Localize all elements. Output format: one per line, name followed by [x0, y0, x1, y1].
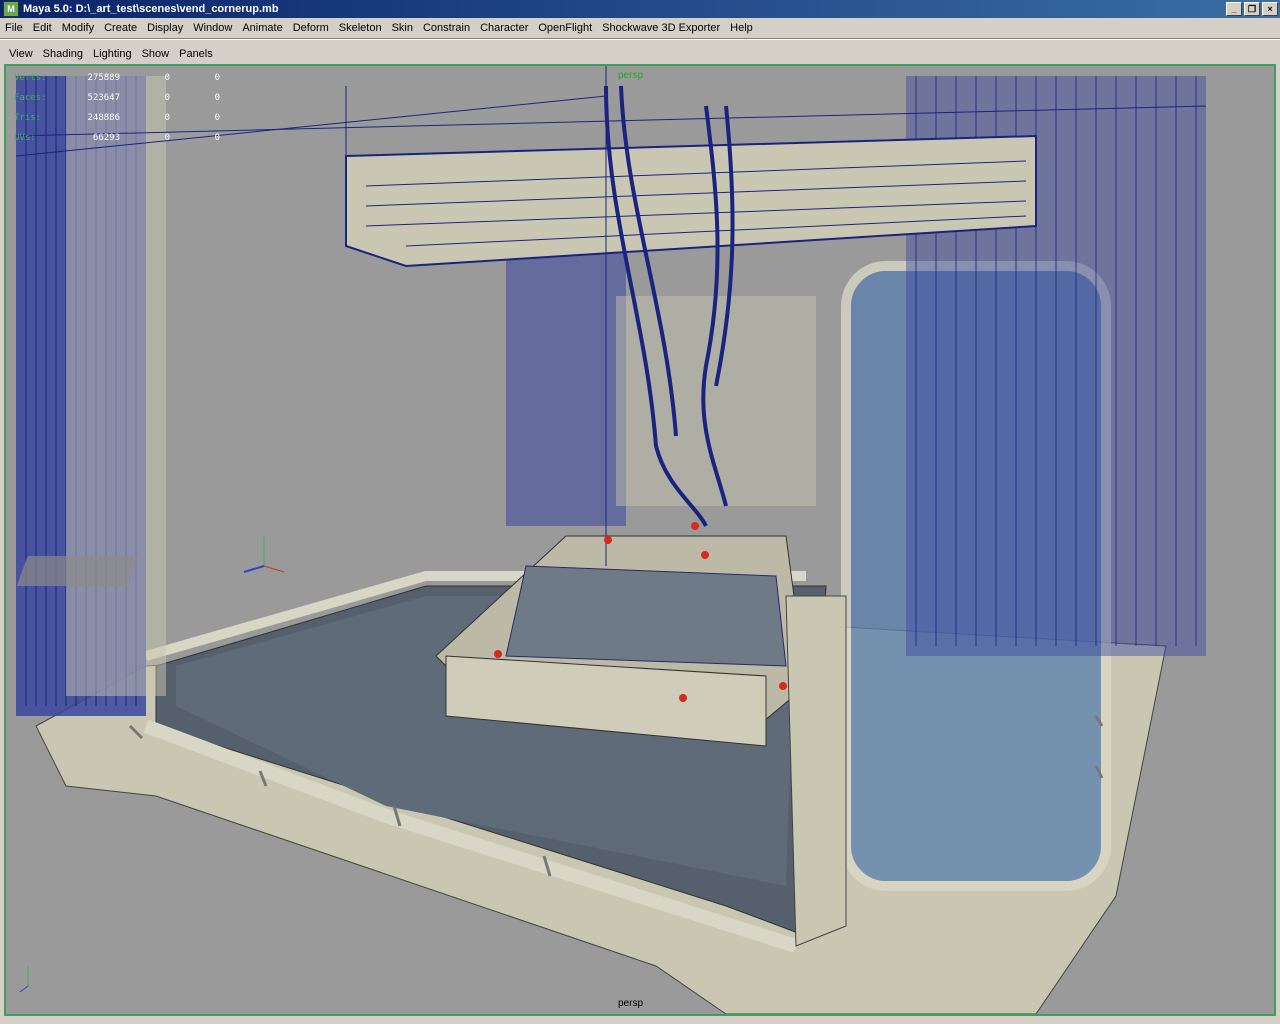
panel-menu-shading[interactable]: Shading: [38, 48, 88, 60]
hud-value: 275889: [87, 73, 120, 83]
perspective-viewport[interactable]: Verts: 275889 0 0 Faces: 523647 0 0 Tris…: [4, 64, 1276, 1016]
hud-row: Tris: 248886 0 0: [14, 108, 220, 128]
panel-menu-show[interactable]: Show: [137, 48, 175, 60]
hud-value: 0: [164, 93, 170, 103]
panel-menu-lighting[interactable]: Lighting: [88, 48, 137, 60]
hud-label: Tris:: [14, 113, 42, 123]
menu-file[interactable]: File: [0, 22, 28, 34]
restore-icon[interactable]: ❐: [1244, 2, 1260, 16]
hud-value: 523647: [87, 93, 120, 103]
title-bar: M Maya 5.0: D:\_art_test\scenes\vend_cor…: [0, 0, 1280, 18]
hud-label: UVs:: [14, 133, 36, 143]
hud-value: 0: [214, 133, 220, 143]
menu-shockwave-exporter[interactable]: Shockwave 3D Exporter: [597, 22, 725, 34]
menu-openflight[interactable]: OpenFlight: [533, 22, 597, 34]
menu-modify[interactable]: Modify: [57, 22, 99, 34]
hud-value: 248886: [87, 113, 120, 123]
menu-separator: [0, 38, 1280, 40]
menu-animate[interactable]: Animate: [237, 22, 287, 34]
hud-value: 66293: [92, 133, 120, 143]
menu-edit[interactable]: Edit: [28, 22, 57, 34]
hud-row: Faces: 523647 0 0: [14, 88, 220, 108]
hud-row: Verts: 275889 0 0: [14, 68, 220, 88]
hud-label: Verts:: [14, 73, 47, 83]
maya-app-icon: M: [3, 1, 19, 17]
close-icon[interactable]: ×: [1262, 2, 1278, 16]
menu-skin[interactable]: Skin: [387, 22, 418, 34]
hud-label: Faces:: [14, 93, 47, 103]
panel-menu-bar: View Shading Lighting Show Panels: [4, 44, 1276, 64]
minimize-icon[interactable]: _: [1226, 2, 1242, 16]
hud-value: 0: [214, 93, 220, 103]
scene-render: [15, 66, 1207, 1014]
poly-count-hud: Verts: 275889 0 0 Faces: 523647 0 0 Tris…: [14, 68, 220, 148]
menu-skeleton[interactable]: Skeleton: [334, 22, 387, 34]
main-menu-bar: File Edit Modify Create Display Window A…: [0, 18, 1280, 38]
window-title: Maya 5.0: D:\_art_test\scenes\vend_corne…: [23, 3, 279, 15]
panel-menu-view[interactable]: View: [4, 48, 38, 60]
menu-display[interactable]: Display: [142, 22, 188, 34]
hud-value: 0: [164, 113, 170, 123]
hud-value: 0: [214, 113, 220, 123]
menu-deform[interactable]: Deform: [288, 22, 334, 34]
menu-help[interactable]: Help: [725, 22, 758, 34]
hud-value: 0: [164, 133, 170, 143]
hud-value: 0: [214, 73, 220, 83]
hud-row: UVs: 66293 0 0: [14, 128, 220, 148]
panel-menu-panels[interactable]: Panels: [174, 48, 218, 60]
camera-name-label: persp: [618, 998, 644, 1009]
hud-value: 0: [164, 73, 170, 83]
camera-name-top: persp: [618, 70, 644, 81]
menu-constrain[interactable]: Constrain: [418, 22, 475, 34]
menu-window[interactable]: Window: [188, 22, 237, 34]
menu-create[interactable]: Create: [99, 22, 142, 34]
menu-character[interactable]: Character: [475, 22, 533, 34]
